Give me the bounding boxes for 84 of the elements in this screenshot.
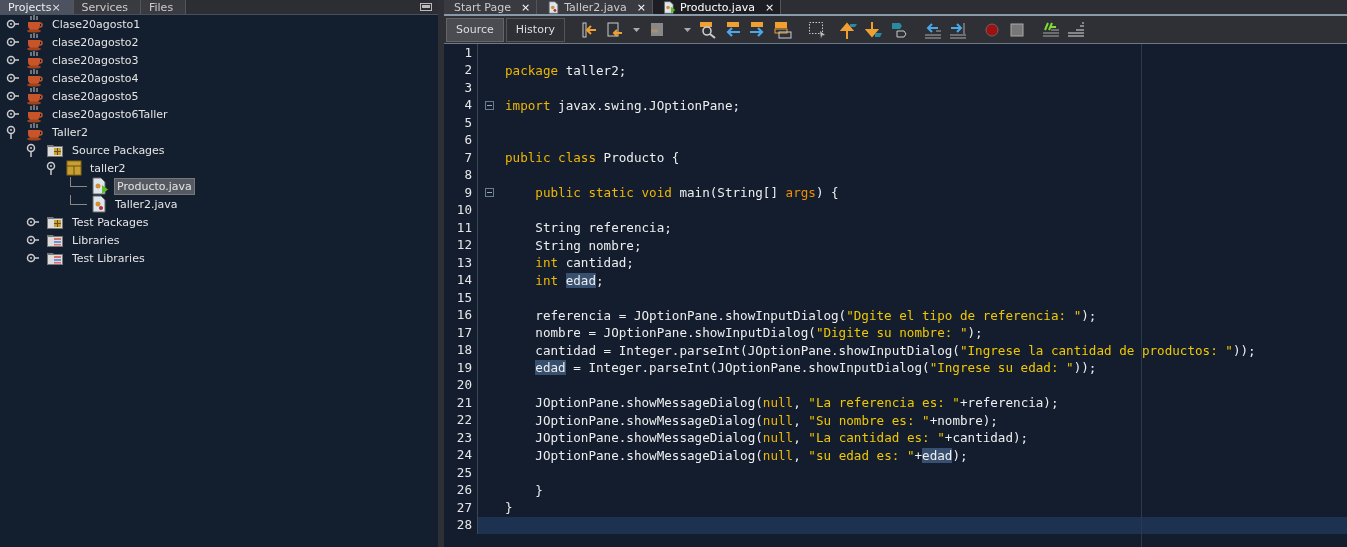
code-line: String nombre; (534, 237, 642, 253)
coffee-cup-icon (26, 105, 44, 123)
expand-handle-icon[interactable] (26, 253, 40, 263)
stop-icon[interactable] (1007, 20, 1026, 39)
tree-item[interactable]: Clase20agosto1 (49, 15, 144, 33)
panel-tab[interactable]: Services (73, 0, 141, 14)
editor-tab[interactable]: Start Page × (444, 0, 538, 14)
java-file-icon (547, 0, 561, 14)
code-line: JOptionPane.showMessageDialog(null, "su edad es: "+edad); (534, 447, 968, 463)
editor-tab[interactable]: Producto.java × (653, 0, 782, 14)
library-folder-icon (46, 250, 64, 266)
runnable-java-file-icon (663, 0, 677, 14)
coffee-cup-icon (26, 33, 44, 51)
tree-item[interactable]: clase20agosto4 (49, 69, 142, 87)
view-toggle-button[interactable]: History (505, 17, 565, 42)
code-line: referencia = JOptionPane.showInputDialog("Dgite el tipo de referencia: "); (534, 307, 1097, 323)
coffee-cup-icon (26, 123, 44, 141)
tree-item[interactable]: Source Packages (69, 141, 168, 159)
arrow-up-icon[interactable] (839, 20, 858, 39)
collapse-fold-icon[interactable] (485, 100, 494, 110)
tree-item[interactable]: clase20agosto5 (49, 87, 142, 105)
expand-handle-icon[interactable] (26, 235, 40, 245)
indent-right-icon[interactable] (948, 20, 967, 39)
expand-handle-icon[interactable] (6, 91, 20, 101)
expand-handle-icon[interactable] (26, 217, 40, 227)
code-line: int cantidad; (534, 255, 634, 271)
code-line: edad = Integer.parseInt(JOptionPane.showInputDialog("Ingrese su edad: ")); (534, 360, 1097, 376)
tree-item[interactable]: Test Packages (69, 213, 152, 231)
code-line: JOptionPane.showMessageDialog(null, "La cantidad es: "+cantidad); (534, 430, 1029, 446)
dotted-selection-icon[interactable] (807, 20, 826, 39)
code-line: import javax.swing.JOptionPane; (504, 97, 741, 113)
code-line: nombre = JOptionPane.showInputDialog("Digite su nombre: "); (534, 325, 983, 341)
expand-handle-icon[interactable] (6, 109, 20, 119)
code-line: String referencia; (534, 220, 672, 236)
coffee-cup-icon (26, 15, 44, 33)
library-folder-icon (46, 232, 64, 248)
stacked-boxes-icon[interactable] (773, 20, 792, 39)
expand-handle-icon[interactable] (6, 73, 20, 83)
tree-item[interactable]: Libraries (69, 231, 123, 249)
expand-handle-icon[interactable] (6, 19, 20, 29)
editor-tab[interactable]: Taller2.java × (537, 0, 654, 14)
comment-lines-icon[interactable] (1041, 20, 1060, 39)
java-file-icon (91, 195, 107, 213)
coffee-cup-icon (26, 69, 44, 87)
close-icon[interactable]: × (636, 0, 647, 14)
panel-tab[interactable]: Projects× (0, 0, 74, 14)
code-line: public class Producto { (504, 150, 680, 166)
code-line: } (534, 482, 543, 498)
search-icon[interactable] (698, 20, 717, 39)
maximize-icon[interactable] (420, 3, 432, 11)
tree-item[interactable]: clase20agosto3 (49, 51, 142, 69)
tree-item[interactable]: Taller2.java (112, 195, 181, 213)
tree-item[interactable]: Taller2 (49, 123, 92, 141)
code-line: package taller2; (504, 62, 627, 78)
code-line: int edad; (534, 272, 604, 288)
runnable-java-file-icon (91, 177, 109, 195)
tree-item[interactable]: clase20agosto6Taller (49, 105, 171, 123)
expand-handle-icon[interactable] (6, 37, 20, 47)
code-line: JOptionPane.showMessageDialog(null, "La referencia es: "+referencia); (534, 395, 1059, 411)
package-folder-icon (46, 214, 64, 230)
coffee-cup-icon (26, 51, 44, 69)
flag-pair-icon[interactable] (889, 20, 908, 39)
code-line: } (504, 500, 513, 516)
tree-item[interactable]: clase20agosto2 (49, 33, 142, 51)
close-icon[interactable]: × (764, 0, 775, 14)
code-line: public static void main(String[] args) { (534, 185, 839, 201)
uncomment-lines-icon[interactable] (1066, 20, 1085, 39)
line-number: 28 (444, 516, 478, 535)
package-icon (66, 160, 82, 176)
indent-left-icon[interactable] (923, 20, 942, 39)
package-folder-icon (46, 142, 64, 158)
expand-handle-icon[interactable] (6, 55, 20, 65)
tree-item[interactable]: taller2 (87, 159, 129, 177)
view-toggle-button[interactable]: Source (446, 17, 504, 42)
arrow-down-icon[interactable] (864, 20, 883, 39)
tree-item[interactable]: Test Libraries (69, 249, 148, 267)
collapse-fold-icon[interactable] (485, 188, 494, 198)
coffee-cup-icon (26, 87, 44, 105)
tree-item[interactable]: Producto.java (114, 177, 195, 195)
arrow-into-bracket-icon[interactable] (580, 20, 599, 39)
panel-tab[interactable]: Files (141, 0, 187, 14)
close-icon[interactable]: × (521, 0, 531, 14)
code-line: JOptionPane.showMessageDialog(null, "Su nombre es: "+nombre); (534, 412, 998, 428)
code-line: cantidad = Integer.parseInt(JOptionPane.showInputDialog("Ingrese la cantidad de productos: ")); (534, 342, 1256, 358)
